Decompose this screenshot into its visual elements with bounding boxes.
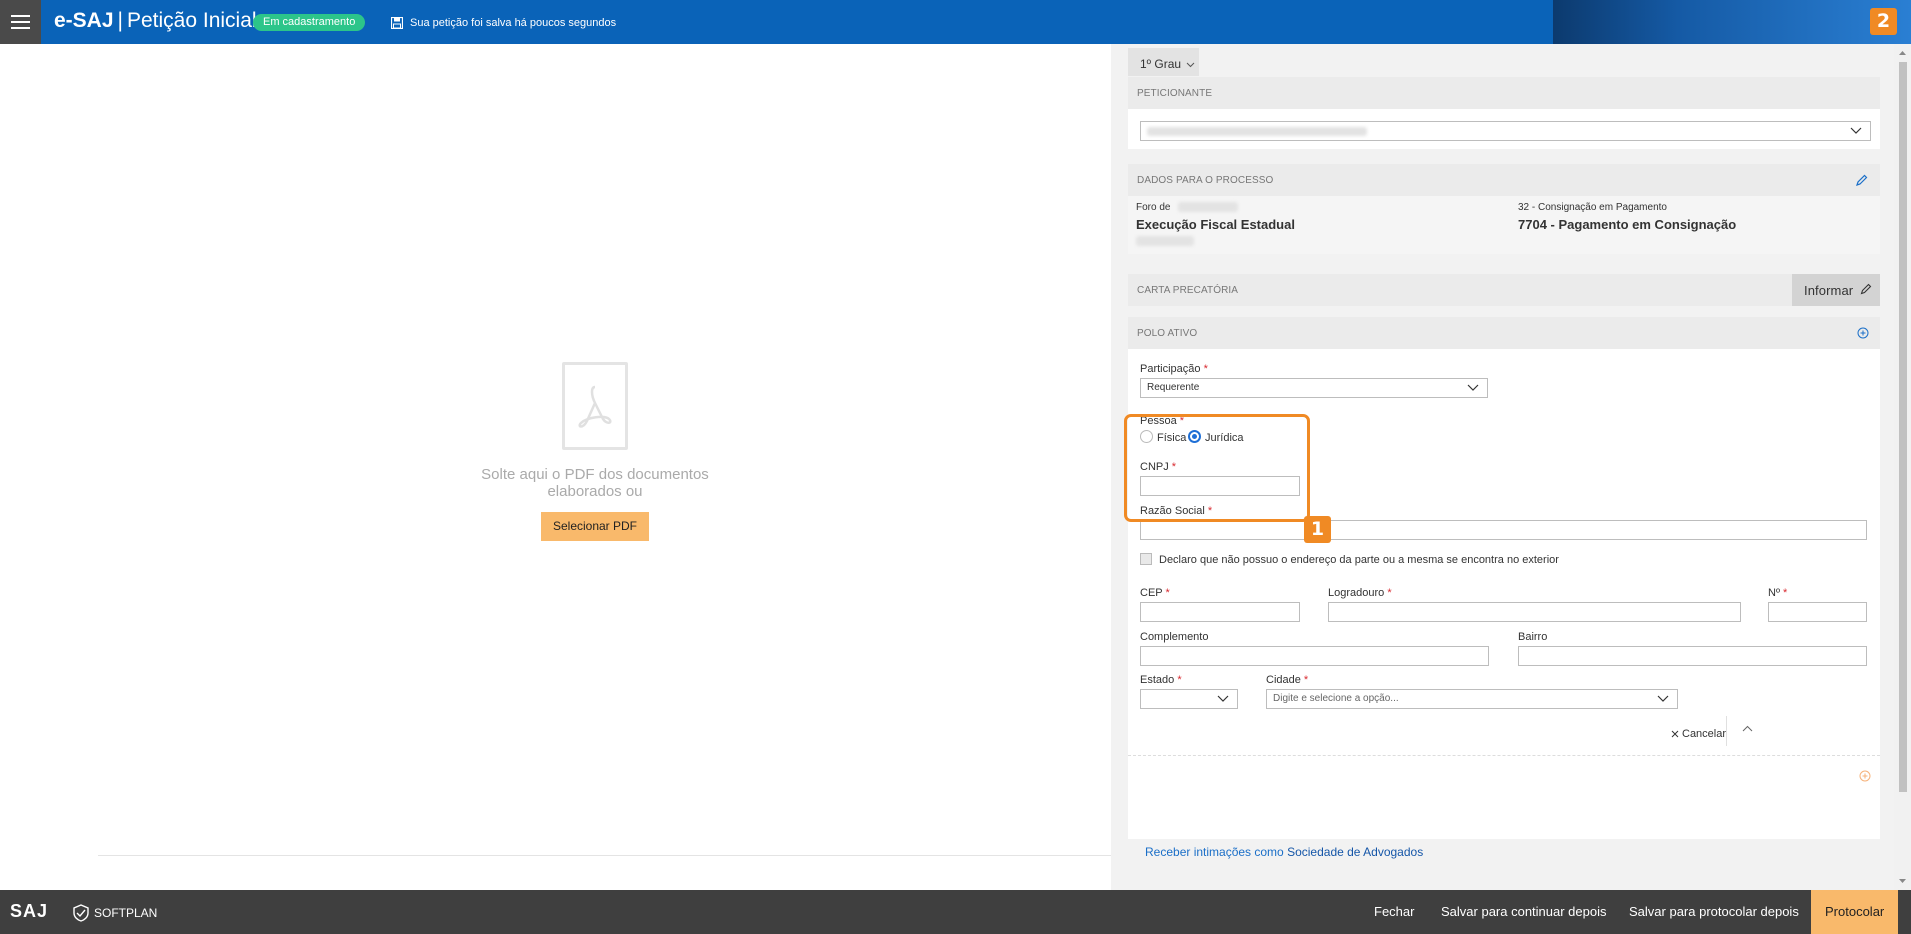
foro-name: Execução Fiscal Estadual <box>1136 217 1295 232</box>
peticionante-value-blurred <box>1147 127 1367 136</box>
divider <box>1726 716 1727 746</box>
classe-code: 32 - Consignação em Pagamento <box>1518 202 1667 213</box>
intimacoes-prefix: Receber intimações como <box>1145 845 1284 859</box>
foro-city-blurred <box>1178 202 1238 212</box>
declaro-checkbox[interactable] <box>1140 553 1152 565</box>
divider <box>1128 755 1880 756</box>
status-badge: Em cadastramento <box>253 14 366 31</box>
foro-extra-blurred <box>1136 236 1194 246</box>
chevron-down-icon <box>1467 384 1479 391</box>
annotation-highlight-pessoa <box>1124 414 1310 522</box>
cep-input[interactable] <box>1140 602 1300 622</box>
intimacoes-option[interactable]: Receber intimações como Sociedade de Adv… <box>1145 845 1423 859</box>
app-name: e-SAJ <box>54 9 114 32</box>
cep-label: CEP * <box>1140 587 1170 599</box>
annotation-marker-2: 2 <box>1870 8 1897 35</box>
drop-zone-text: Solte aqui o PDF dos documentos elaborad… <box>470 466 720 500</box>
peticionante-select[interactable] <box>1140 121 1871 141</box>
salvar-protocolar-button[interactable]: Salvar para protocolar depois <box>1629 890 1799 934</box>
participacao-select[interactable]: Requerente <box>1140 378 1488 398</box>
edit-pencil-icon[interactable] <box>1855 174 1868 187</box>
complemento-label: Complemento <box>1140 631 1209 643</box>
bairro-input[interactable] <box>1518 646 1867 666</box>
floppy-disk-icon <box>391 17 403 29</box>
razao-social-input[interactable] <box>1140 520 1867 540</box>
add-circle-icon[interactable] <box>1859 770 1871 782</box>
save-status: Sua petição foi salva há poucos segundos <box>391 17 616 29</box>
declaro-label: Declaro que não possuo o endereço da par… <box>1159 554 1559 566</box>
numero-input[interactable] <box>1768 602 1867 622</box>
foro-label: Foro de <box>1136 202 1171 213</box>
chevron-down-icon <box>1657 695 1669 702</box>
section-carta-precatoria: CARTA PRECATÓRIA Informar <box>1128 274 1880 306</box>
chevron-down-icon <box>1217 695 1229 702</box>
footer-bar: SAJ SOFTPLAN Fechar Salvar para continua… <box>0 890 1911 934</box>
informar-label: Informar <box>1804 283 1854 298</box>
cidade-select[interactable]: Digite e selecione a opção... <box>1266 689 1678 709</box>
title-separator: | <box>117 9 123 32</box>
cidade-label: Cidade * <box>1266 674 1309 686</box>
estado-label: Estado * <box>1140 674 1182 686</box>
bairro-label: Bairro <box>1518 631 1548 643</box>
estado-select[interactable] <box>1140 689 1238 709</box>
participacao-label: Participação * <box>1140 363 1208 375</box>
cancel-label: Cancelar <box>1682 728 1727 740</box>
page-title: Petição Inicial <box>127 9 257 32</box>
protocolar-button[interactable]: Protocolar <box>1811 890 1899 934</box>
logradouro-input[interactable] <box>1328 602 1741 622</box>
drop-text-line1: Solte aqui o PDF dos documentos <box>481 466 709 483</box>
section-polo-ativo: POLO ATIVO <box>1128 317 1880 349</box>
sociedade-advogados-link[interactable]: Sociedade de Advogados <box>1287 845 1423 859</box>
chevron-up-icon[interactable] <box>1742 725 1753 732</box>
scroll-thumb[interactable] <box>1899 62 1907 792</box>
dados-processo-body: Foro de Execução Fiscal Estadual 32 - Co… <box>1128 196 1880 254</box>
pdf-drop-zone[interactable]: Solte aqui o PDF dos documentos elaborad… <box>470 362 720 541</box>
section-dados-processo: DADOS PARA O PROCESSO <box>1128 164 1880 196</box>
annotation-marker-1: 1 <box>1304 516 1331 543</box>
scrollbar[interactable] <box>1894 44 1911 890</box>
chevron-down-icon <box>1850 127 1862 134</box>
tab-grau[interactable]: 1º Grau <box>1128 48 1199 76</box>
participacao-value: Requerente <box>1147 382 1200 393</box>
complemento-input[interactable] <box>1140 646 1489 666</box>
salvar-continuar-button[interactable]: Salvar para continuar depois <box>1441 890 1607 934</box>
fechar-button[interactable]: Fechar <box>1374 890 1414 934</box>
pdf-file-icon <box>562 362 628 450</box>
numero-label: Nº * <box>1768 587 1788 599</box>
scroll-up-arrow-icon[interactable] <box>1894 47 1911 59</box>
tab-grau-label: 1º Grau <box>1140 57 1182 71</box>
drop-text-line2: elaborados ou <box>547 483 643 500</box>
scroll-down-arrow-icon[interactable] <box>1894 875 1911 887</box>
softplan-logo-text: SOFTPLAN <box>94 906 158 920</box>
saj-logo: SAJ <box>10 901 49 921</box>
logradouro-label: Logradouro * <box>1328 587 1392 599</box>
hamburger-icon <box>11 15 30 29</box>
softplan-logo: SOFTPLAN <box>72 904 157 922</box>
top-bar: e-SAJ | Petição Inicial Em cadastramento S… <box>0 0 1911 44</box>
close-icon <box>1671 730 1679 738</box>
app-title: e-SAJ | Petição Inicial <box>54 9 257 33</box>
informar-button[interactable]: Informar <box>1792 274 1880 306</box>
cancel-button[interactable]: Cancelar <box>1671 728 1726 740</box>
select-pdf-button[interactable]: Selecionar PDF <box>540 512 650 541</box>
user-area-blurred <box>1553 0 1911 44</box>
pencil-icon <box>1860 283 1872 295</box>
save-status-text: Sua petição foi salva há poucos segundos <box>410 17 617 29</box>
cidade-placeholder: Digite e selecione a opção... <box>1273 693 1399 704</box>
menu-button[interactable] <box>0 0 41 44</box>
divider <box>98 855 1111 856</box>
add-circle-icon[interactable] <box>1857 327 1869 339</box>
section-peticionante: PETICIONANTE <box>1128 77 1880 109</box>
chevron-down-icon <box>1187 62 1195 68</box>
carta-precatoria-heading: CARTA PRECATÓRIA <box>1137 285 1239 296</box>
peticionante-body <box>1128 109 1880 149</box>
assunto: 7704 - Pagamento em Consignação <box>1518 217 1737 232</box>
softplan-shield-icon <box>73 904 89 922</box>
